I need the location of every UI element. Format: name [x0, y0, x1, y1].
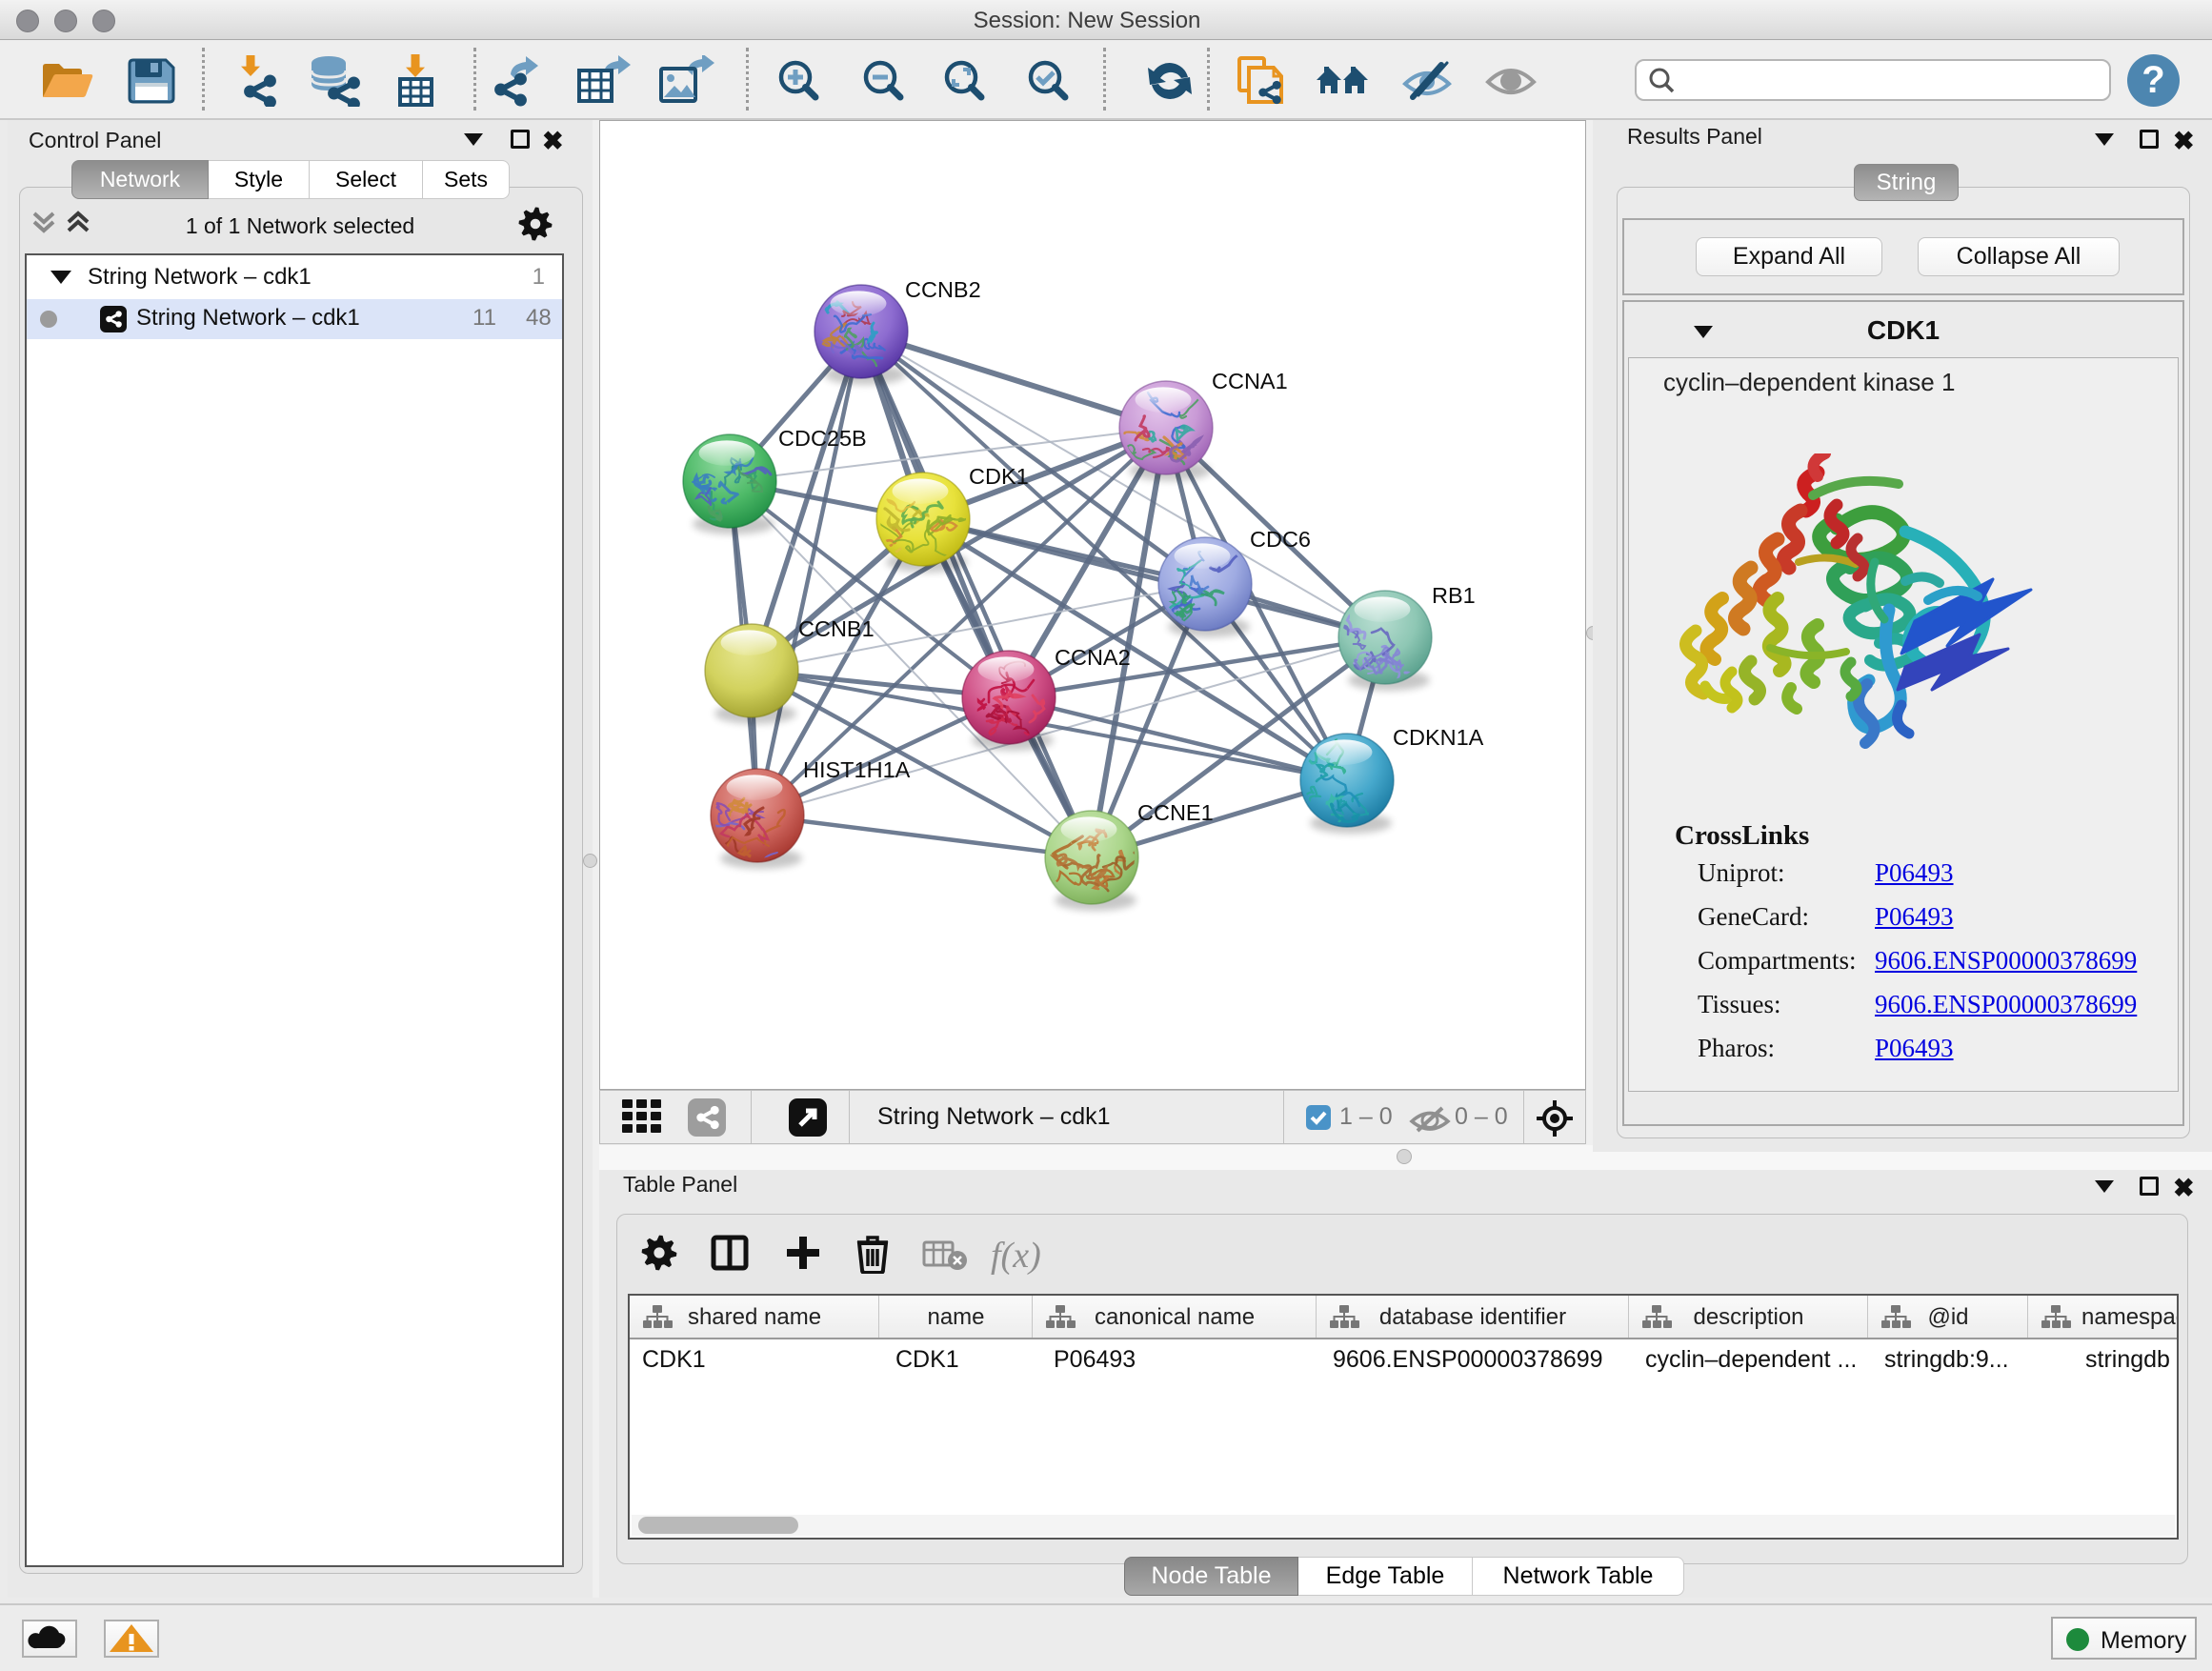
- svg-text:CDK1: CDK1: [969, 464, 1029, 489]
- svg-text:CCNB2: CCNB2: [905, 277, 981, 302]
- svg-text:CCNE1: CCNE1: [1137, 800, 1214, 825]
- svg-text:CCNA2: CCNA2: [1055, 645, 1131, 670]
- svg-text:CDKN1A: CDKN1A: [1393, 725, 1484, 750]
- svg-text:RB1: RB1: [1432, 583, 1476, 608]
- svg-text:CCNB1: CCNB1: [798, 616, 875, 641]
- svg-text:CCNA1: CCNA1: [1212, 369, 1288, 393]
- svg-text:HIST1H1A: HIST1H1A: [803, 757, 911, 782]
- svg-text:CDC6: CDC6: [1250, 527, 1311, 552]
- svg-text:CDC25B: CDC25B: [778, 426, 867, 451]
